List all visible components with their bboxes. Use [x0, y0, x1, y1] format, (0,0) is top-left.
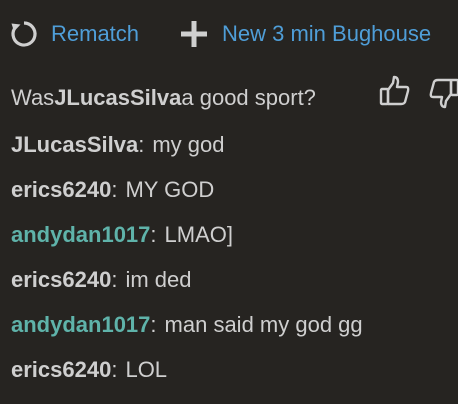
message-separator: :	[111, 266, 118, 292]
opponent-name: JLucasSilva	[54, 85, 182, 110]
message-separator: :	[111, 176, 118, 202]
chat-message: erics6240 : MY GOD	[11, 167, 458, 212]
message-text: im ded	[125, 266, 192, 292]
message-author[interactable]: andydan1017	[11, 222, 150, 248]
chat-message: erics6240 : im ded	[11, 257, 458, 302]
question-suffix: a good sport?	[181, 85, 316, 110]
thumbs-down-icon[interactable]	[426, 74, 458, 110]
message-text: LOL	[125, 356, 168, 382]
chat-message: andydan1017 : man said my god gg	[11, 302, 458, 347]
chat-log: JLucasSilva : my god erics6240 : MY GOD …	[11, 122, 458, 392]
message-separator: :	[150, 311, 157, 337]
chat-message: erics6240 : LOL	[11, 347, 458, 392]
message-text: my god	[152, 131, 225, 157]
rematch-icon	[8, 18, 40, 50]
message-text: man said my god gg	[164, 311, 363, 337]
message-author[interactable]: andydan1017	[11, 312, 150, 338]
message-separator: :	[150, 221, 157, 247]
rematch-button[interactable]: Rematch	[8, 18, 139, 50]
message-text: LMAO]	[164, 221, 233, 247]
new-game-label: New 3 min Bughouse	[222, 21, 432, 46]
message-author[interactable]: erics6240	[11, 357, 111, 383]
message-separator: :	[111, 356, 118, 382]
chat-message: andydan1017 : LMAO]	[11, 212, 458, 257]
post-game-actions: Rematch New 3 min Bughouse	[0, 0, 458, 70]
rematch-label: Rematch	[51, 21, 140, 46]
plus-icon	[178, 18, 210, 50]
message-author[interactable]: erics6240	[11, 267, 111, 293]
message-author[interactable]: JLucasSilva	[11, 132, 138, 158]
new-game-button[interactable]: New 3 min Bughouse	[178, 18, 431, 50]
message-text: MY GOD	[125, 176, 215, 202]
question-prefix: Was	[11, 85, 55, 110]
thumbs-up-icon[interactable]	[377, 74, 413, 110]
message-author[interactable]: erics6240	[11, 177, 111, 203]
chat-message: JLucasSilva : my god	[11, 122, 458, 167]
message-separator: :	[138, 131, 145, 157]
